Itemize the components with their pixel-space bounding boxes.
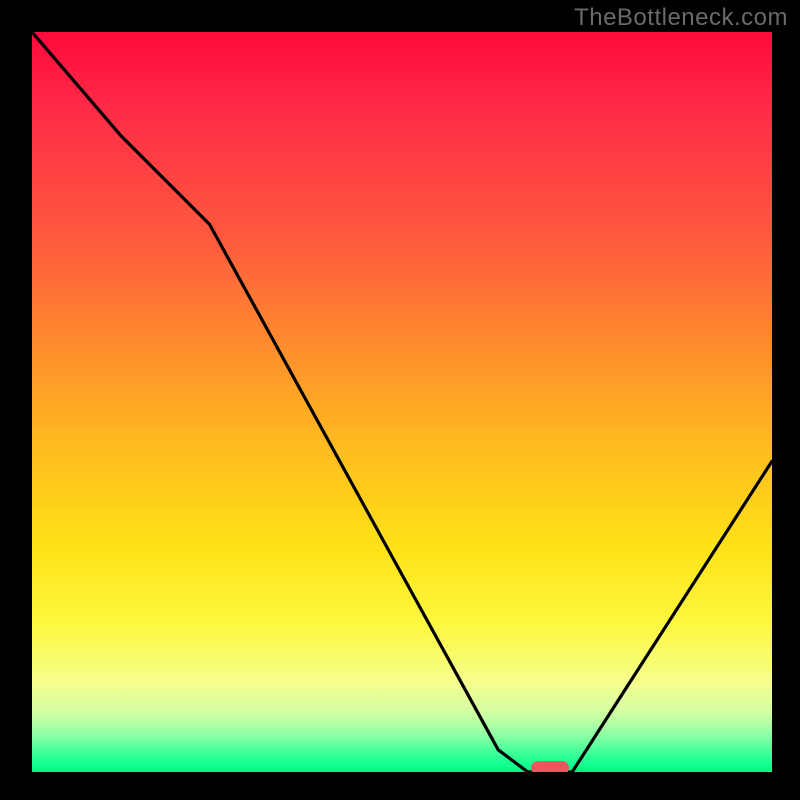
watermark-text: TheBottleneck.com (574, 4, 788, 32)
optimum-marker (531, 761, 569, 772)
bottleneck-curve (32, 32, 772, 772)
plot-area (32, 32, 772, 772)
curve-path (32, 32, 772, 772)
chart-frame: TheBottleneck.com (0, 0, 800, 800)
